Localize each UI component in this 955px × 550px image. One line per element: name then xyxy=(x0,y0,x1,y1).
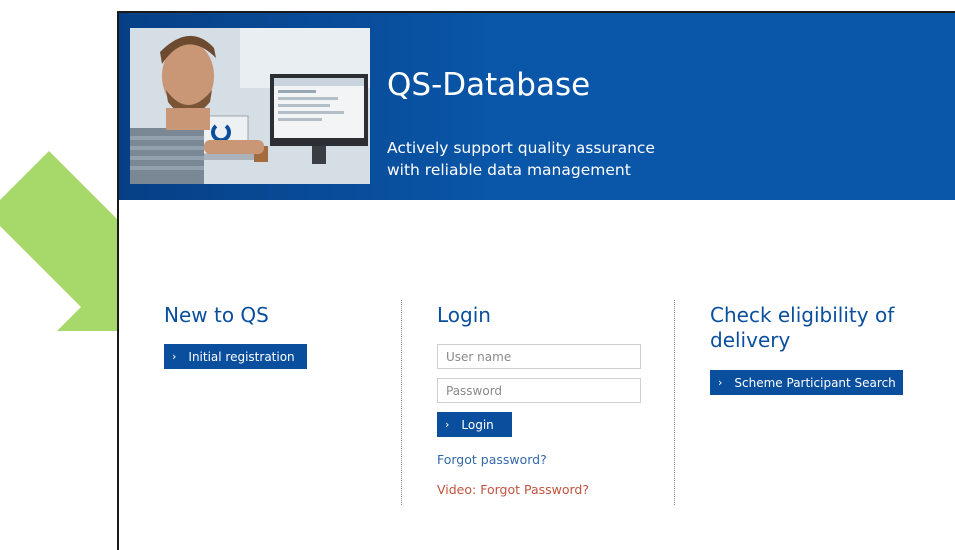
chevron-right-icon: › xyxy=(445,418,450,431)
new-to-qs-heading: New to QS xyxy=(164,303,269,327)
page-title: QS-Database xyxy=(387,67,591,103)
login-button[interactable]: › Login xyxy=(437,412,512,437)
eligibility-heading: Check eligibility of delivery xyxy=(710,303,894,353)
column-divider-left xyxy=(401,300,402,505)
eligibility-heading-line-1: Check eligibility of xyxy=(710,303,895,327)
scheme-participant-search-label: Scheme Participant Search xyxy=(734,375,896,390)
eligibility-heading-line-2: delivery xyxy=(710,328,791,352)
page-subtitle: Actively support quality assurance with … xyxy=(387,137,747,181)
password-input[interactable] xyxy=(438,379,640,402)
login-button-label: Login xyxy=(461,417,494,432)
forgot-password-link[interactable]: Forgot password? xyxy=(437,452,547,467)
hero-banner: QS-Database Actively support quality ass… xyxy=(119,13,955,200)
scheme-participant-search-button[interactable]: › Scheme Participant Search xyxy=(710,370,903,395)
hero-photo-illustration xyxy=(130,28,370,184)
password-field[interactable] xyxy=(437,378,641,403)
subtitle-line-1: Actively support quality assurance xyxy=(387,139,655,157)
username-field[interactable] xyxy=(437,344,641,369)
video-forgot-password-link[interactable]: Video: Forgot Password? xyxy=(437,482,589,497)
initial-registration-label: Initial registration xyxy=(188,349,295,364)
username-input[interactable] xyxy=(438,345,640,368)
hero-image xyxy=(130,28,370,184)
initial-registration-button[interactable]: › Initial registration xyxy=(164,344,307,369)
column-divider-right xyxy=(674,300,675,505)
subtitle-line-2: with reliable data management xyxy=(387,161,631,179)
chevron-right-icon: › xyxy=(172,350,177,363)
page-frame: QS-Database Actively support quality ass… xyxy=(117,11,955,550)
chevron-right-icon: › xyxy=(718,376,723,389)
login-heading: Login xyxy=(437,303,491,327)
